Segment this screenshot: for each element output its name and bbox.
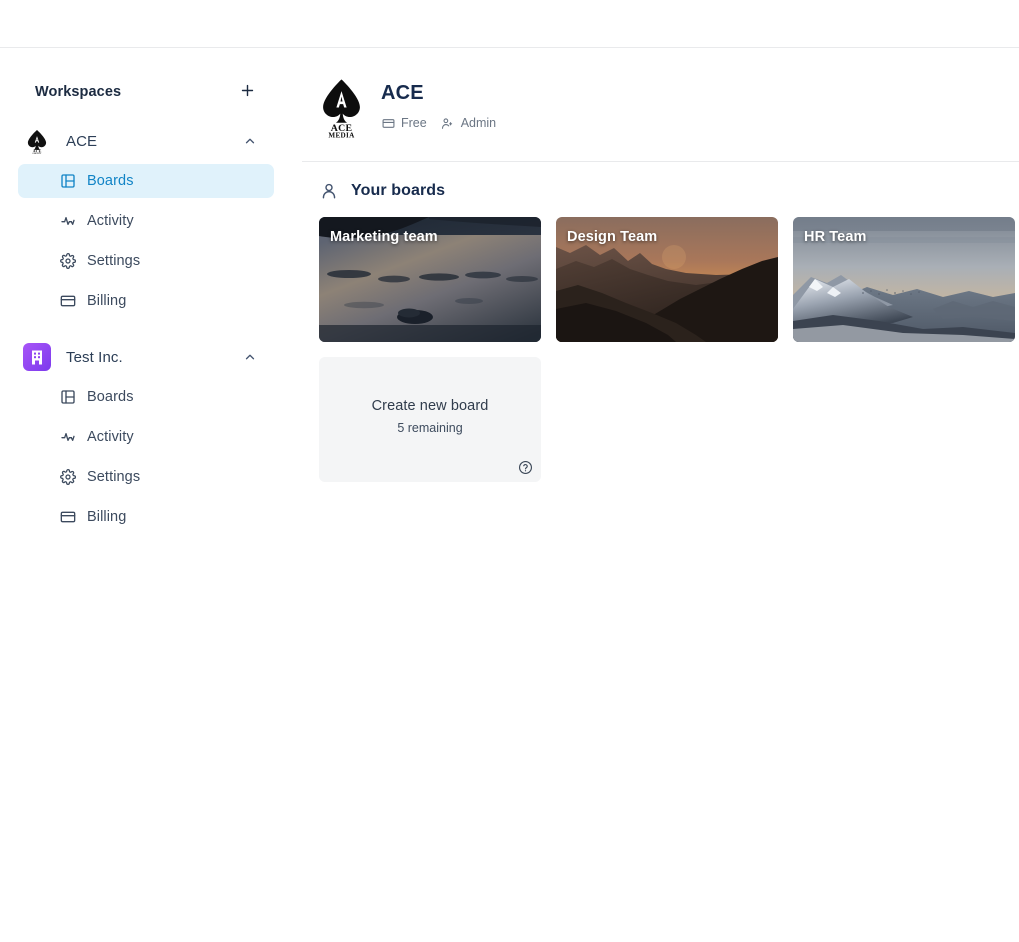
board-card-title: Marketing team (330, 229, 438, 245)
organization-badges: Free Admin (381, 116, 496, 130)
workspace-name: Test Inc. (66, 348, 123, 366)
create-new-board-button[interactable]: Create new board 5 remaining (319, 357, 541, 482)
chevron-up-icon[interactable] (242, 133, 258, 149)
boards-section-title: Your boards (351, 181, 446, 199)
credit-card-icon (59, 293, 76, 310)
sidebar-item-label: Billing (87, 293, 127, 309)
organization-header: ACE MEDIA ACE Free Admin (302, 48, 1019, 162)
chevron-up-icon[interactable] (242, 349, 258, 365)
person-icon (319, 181, 338, 200)
page-title: ACE (381, 82, 424, 104)
sidebar-item-activity[interactable]: Activity (18, 420, 274, 454)
board-card-title: Design Team (567, 229, 658, 245)
sidebar-item-label: Settings (87, 253, 141, 269)
organization-meta: ACE Free Admin (381, 78, 496, 130)
workspace-group-test-inc: Test Inc. Boards Activity Settings Billi… (18, 340, 274, 534)
board-icon (59, 389, 76, 406)
board-grid: Marketing team Design Team HR Team Creat… (319, 217, 1019, 482)
sidebar-item-label: Activity (87, 429, 134, 445)
workspaces-header: Workspaces (18, 78, 274, 106)
sidebar-item-label: Settings (87, 469, 141, 485)
sidebar-item-boards[interactable]: Boards (18, 164, 274, 198)
workspace-nav-ace: Boards Activity Settings Billing (18, 164, 274, 318)
building-icon (23, 343, 51, 371)
board-card-hr-team[interactable]: HR Team (793, 217, 1015, 342)
workspace-nav-test-inc: Boards Activity Settings Billing (18, 380, 274, 534)
sidebar-item-label: Billing (87, 509, 127, 525)
help-circle-icon[interactable] (517, 459, 533, 475)
sidebar-item-settings[interactable]: Settings (18, 244, 274, 278)
gear-icon (59, 253, 76, 270)
board-card-title: HR Team (804, 229, 867, 245)
main-content: ACE MEDIA ACE Free Admin Your boards Mar… (302, 48, 1019, 942)
workspace-name: ACE (66, 132, 98, 150)
app-shell: Workspaces ACE MEDIA ACE Boards Activity… (0, 48, 1019, 942)
sidebar-item-activity[interactable]: Activity (18, 204, 274, 238)
svg-text:MEDIA: MEDIA (32, 152, 42, 154)
gear-icon (59, 469, 76, 486)
credit-card-icon (381, 116, 395, 130)
role-badge: Admin (441, 116, 496, 130)
create-board-label: Create new board (371, 398, 489, 414)
sidebar-item-billing[interactable]: Billing (18, 284, 274, 318)
sidebar-item-label: Boards (87, 173, 134, 189)
workspace-group-ace: ACE MEDIA ACE Boards Activity Settings B… (18, 124, 274, 318)
sidebar-item-label: Boards (87, 389, 134, 405)
sidebar: Workspaces ACE MEDIA ACE Boards Activity… (0, 48, 302, 540)
plan-badge: Free (381, 116, 427, 130)
board-card-marketing-team[interactable]: Marketing team (319, 217, 541, 342)
role-label: Admin (460, 116, 497, 130)
top-navigation-bar (0, 0, 1019, 48)
plus-icon (239, 82, 256, 102)
sidebar-item-settings[interactable]: Settings (18, 460, 274, 494)
workspace-row-test-inc[interactable]: Test Inc. (18, 340, 274, 374)
ace-spade-logo-icon: ACE MEDIA (319, 78, 364, 139)
credit-card-icon (59, 509, 76, 526)
boards-section: Your boards Marketing team Design Team H… (302, 162, 1019, 482)
sidebar-item-billing[interactable]: Billing (18, 500, 274, 534)
sidebar-item-boards[interactable]: Boards (18, 380, 274, 414)
sidebar-item-label: Activity (87, 213, 134, 229)
plan-label: Free (401, 116, 427, 130)
add-workspace-button[interactable] (236, 81, 258, 103)
workspaces-label: Workspaces (35, 84, 122, 100)
board-card-design-team[interactable]: Design Team (556, 217, 778, 342)
ace-spade-logo-icon: ACE MEDIA (23, 127, 51, 155)
board-icon (59, 173, 76, 190)
activity-pulse-icon (59, 429, 76, 446)
activity-pulse-icon (59, 213, 76, 230)
boards-remaining-count: 5 remaining (397, 421, 463, 435)
workspace-row-ace[interactable]: ACE MEDIA ACE (18, 124, 274, 158)
person-check-icon (441, 116, 455, 130)
boards-section-header: Your boards (319, 181, 1019, 200)
svg-text:MEDIA: MEDIA (328, 132, 355, 139)
